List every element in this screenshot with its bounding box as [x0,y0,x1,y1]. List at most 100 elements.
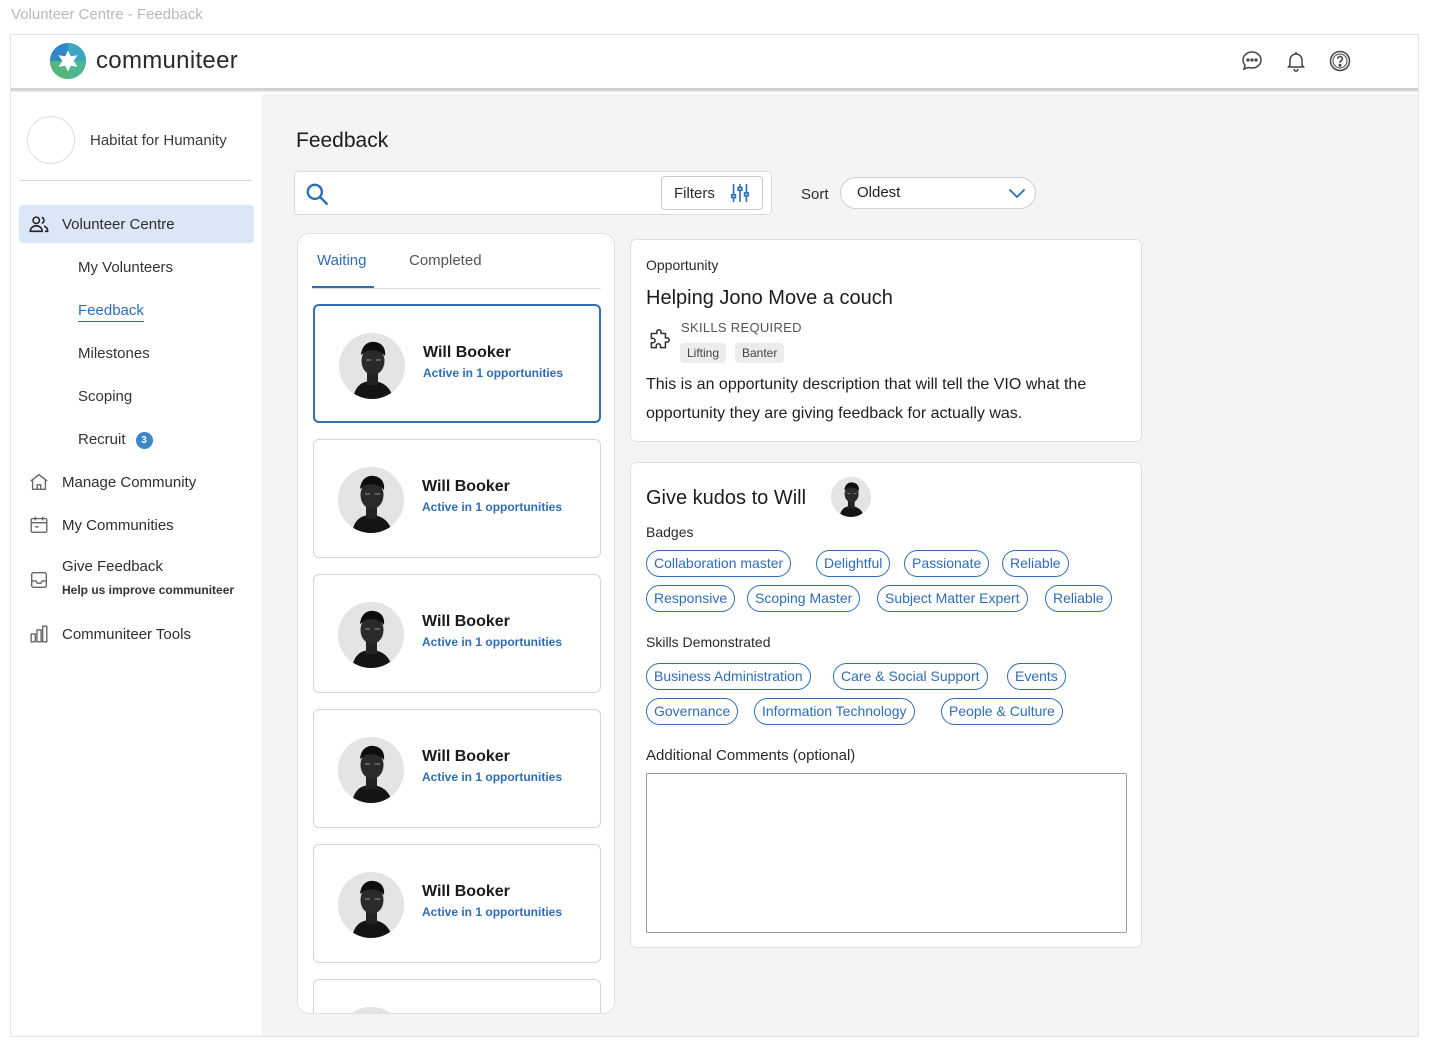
search-bar[interactable]: Filters [294,171,772,215]
skills-demonstrated-label: Skills Demonstrated [646,634,771,650]
badge-pill[interactable]: Reliable [1002,550,1069,577]
volunteer-list-panel: Waiting Completed Will Booker Active in 1… [297,233,615,1014]
tab-bar: Waiting Completed [312,234,601,289]
badge-pill[interactable]: Reliable [1045,585,1112,612]
help-icon[interactable] [1328,49,1352,73]
badge-pill[interactable]: Collaboration master [646,550,792,577]
skill-chip: Lifting [680,343,727,363]
sub-item-scoping[interactable]: Scoping [78,388,132,405]
volunteer-card[interactable]: Will Booker Active in 1 opportunities [313,574,601,693]
sort-label: Sort [801,186,829,203]
volunteer-card[interactable]: Will Booker Active in 1 opportunities [313,844,601,963]
avatar [338,737,404,803]
volunteer-card[interactable] [313,979,601,1013]
volunteer-name: Will Booker [422,613,510,630]
puzzle-icon [650,328,670,349]
org-header[interactable]: Habitat for Humanity [27,116,227,164]
volunteer-card[interactable]: Will Booker Active in 1 opportunities [313,709,601,828]
top-bar: communiteer [11,35,1418,91]
tab-waiting[interactable]: Waiting [317,252,366,269]
skill-pill[interactable]: People & Culture [941,698,1063,725]
nav-label: Give Feedback [62,557,163,575]
opportunity-label: Opportunity [646,257,719,273]
volunteer-name: Will Booker [423,344,511,361]
volunteer-status: Active in 1 opportunities [422,770,563,784]
skills-required-label: SKILLS REQUIRED [681,320,802,335]
volunteer-name: Will Booker [422,478,510,495]
avatar [339,333,405,399]
divider [19,180,251,181]
avatar [831,477,871,517]
volunteer-status: Active in 1 opportunities [422,635,563,649]
comments-textarea[interactable] [646,773,1127,933]
sub-item-recruit[interactable]: Recruit 3 [78,431,153,449]
avatar [338,602,404,668]
nav-label: Volunteer Centre [62,215,175,233]
sub-item-feedback[interactable]: Feedback [78,302,144,322]
nav-my-communities[interactable]: My Communities [19,506,254,544]
users-icon [28,213,50,235]
skill-pill[interactable]: Business Administration [646,663,811,690]
badges-label: Badges [646,524,694,540]
search-icon[interactable] [304,181,330,207]
org-avatar [27,116,75,164]
brand-name: communiteer [96,47,239,74]
nav-volunteer-centre[interactable]: Volunteer Centre [19,205,254,243]
sub-item-milestones[interactable]: Milestones [78,345,150,362]
sort-dropdown[interactable]: Oldest [840,177,1036,209]
page-title: Feedback [296,129,389,152]
volunteer-status: Active in 1 opportunities [423,366,564,380]
badge-pill[interactable]: Responsive [646,585,736,612]
avatar [338,467,404,533]
nav-label: My Communities [62,516,174,534]
nav-label: Manage Community [62,473,197,491]
skill-pill[interactable]: Governance [646,698,739,725]
sliders-icon [730,183,749,203]
opportunity-title: Helping Jono Move a couch [646,287,893,309]
main-content: Feedback Filters Sort Oldest Waiting Com… [262,94,1418,1036]
badge-pill[interactable]: Subject Matter Expert [877,585,1028,612]
skill-pill[interactable]: Care & Social Support [833,663,988,690]
skill-chip: Banter [735,343,785,363]
sidebar: Habitat for Humanity Volunteer Centre My… [11,94,262,1036]
sidebar-footer-area [11,822,259,1036]
active-tab-indicator [312,286,374,288]
volunteer-status: Active in 1 opportunities [422,905,563,919]
nav-communiteer-tools[interactable]: Communiteer Tools [19,615,254,653]
kudos-title: Give kudos to Will [646,487,807,509]
filters-label: Filters [674,184,715,202]
communiteer-logo-icon [49,42,87,80]
opportunity-description: This is an opportunity description that … [646,376,1087,422]
recruit-count-badge: 3 [135,432,153,449]
badge-pill[interactable]: Delightful [816,550,891,577]
bell-icon[interactable] [1284,49,1308,73]
org-name: Habitat for Humanity [90,131,227,149]
volunteer-card[interactable]: Will Booker Active in 1 opportunities [313,304,601,423]
sort-value: Oldest [857,184,901,201]
chevron-down-icon [1009,189,1025,199]
kudos-card: Give kudos to Will Badges Collaboration … [630,462,1142,948]
calendar-icon [28,514,50,536]
opportunity-card: Opportunity Helping Jono Move a couch SK… [630,239,1142,442]
avatar [338,872,404,938]
volunteer-name: Will Booker [422,748,510,765]
avatar [338,1007,404,1013]
tab-completed[interactable]: Completed [409,252,482,269]
nav-label: Communiteer Tools [62,625,191,643]
inbox-icon [28,569,50,591]
give-feedback-subtitle: Help us improve communiteer [62,583,235,597]
skill-pill[interactable]: Information Technology [754,698,915,725]
volunteer-card[interactable]: Will Booker Active in 1 opportunities [313,439,601,558]
recruit-label: Recruit [78,431,126,448]
badge-pill[interactable]: Scoping Master [747,585,861,612]
skill-pill[interactable]: Events [1007,663,1066,690]
sub-item-my-volunteers[interactable]: My Volunteers [78,259,173,276]
filters-button[interactable]: Filters [661,176,763,210]
chat-icon[interactable] [1240,49,1264,73]
window-caption: Volunteer Centre - Feedback [11,6,203,23]
badge-pill[interactable]: Passionate [904,550,990,577]
volunteer-name: Will Booker [422,883,510,900]
nav-give-feedback[interactable]: Give Feedback [19,547,254,589]
nav-manage-community[interactable]: Manage Community [19,463,254,501]
volunteer-status: Active in 1 opportunities [422,500,563,514]
